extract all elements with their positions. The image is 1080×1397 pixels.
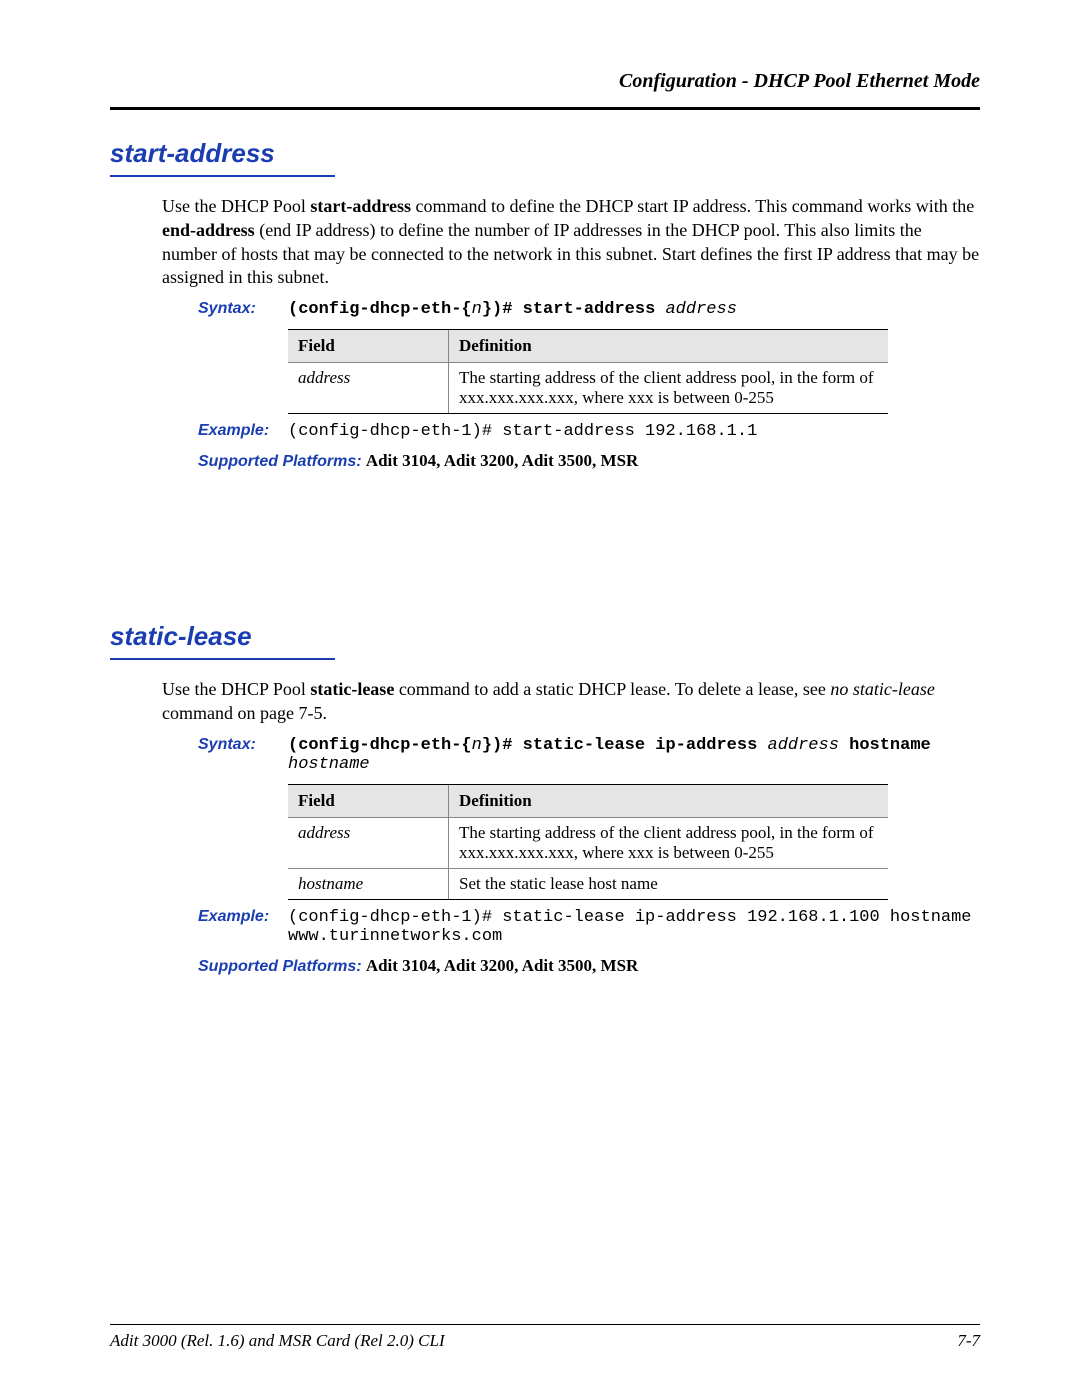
syntax-row: Syntax: (config-dhcp-eth-{n})# start-add… [198, 300, 980, 319]
field-table-static-lease: Field Definition address The starting ad… [288, 784, 888, 900]
example-row: Example: (config-dhcp-eth-1)# start-addr… [198, 422, 980, 441]
field-cell: address [288, 363, 449, 414]
example-label: Example: [198, 422, 288, 440]
definition-cell: The starting address of the client addre… [449, 363, 889, 414]
platforms-label: Supported Platforms: [198, 958, 362, 975]
example-value: (config-dhcp-eth-1)# start-address 192.1… [288, 422, 980, 441]
running-header: Configuration - DHCP Pool Ethernet Mode [110, 70, 980, 93]
footer-right: 7-7 [957, 1331, 980, 1351]
example-label: Example: [198, 908, 288, 926]
start-address-description: Use the DHCP Pool start-address command … [162, 195, 980, 290]
supported-platforms: Supported Platforms: Adit 3104, Adit 320… [198, 451, 980, 471]
col-definition: Definition [449, 330, 889, 363]
section-title-start-address: start-address [110, 138, 980, 169]
syntax-label: Syntax: [198, 736, 288, 754]
table-row: hostname Set the static lease host name [288, 868, 888, 899]
example-value: (config-dhcp-eth-1)# static-lease ip-add… [288, 908, 980, 946]
section-title-static-lease: static-lease [110, 621, 980, 652]
definition-cell: The starting address of the client addre… [449, 817, 889, 868]
table-row: address The starting address of the clie… [288, 363, 888, 414]
example-row: Example: (config-dhcp-eth-1)# static-lea… [198, 908, 980, 946]
col-definition: Definition [449, 784, 889, 817]
syntax-value: (config-dhcp-eth-{n})# start-address add… [288, 300, 980, 319]
footer-left: Adit 3000 (Rel. 1.6) and MSR Card (Rel 2… [110, 1331, 445, 1351]
page-footer: Adit 3000 (Rel. 1.6) and MSR Card (Rel 2… [110, 1324, 980, 1351]
supported-platforms: Supported Platforms: Adit 3104, Adit 320… [198, 956, 980, 976]
col-field: Field [288, 330, 449, 363]
table-row: address The starting address of the clie… [288, 817, 888, 868]
title-underline [110, 175, 335, 177]
title-underline [110, 658, 335, 660]
col-field: Field [288, 784, 449, 817]
syntax-label: Syntax: [198, 300, 288, 318]
static-lease-description: Use the DHCP Pool static-lease command t… [162, 678, 980, 726]
syntax-value: (config-dhcp-eth-{n})# static-lease ip-a… [288, 736, 980, 774]
definition-cell: Set the static lease host name [449, 868, 889, 899]
field-cell: address [288, 817, 449, 868]
field-table-start-address: Field Definition address The starting ad… [288, 329, 888, 414]
syntax-row: Syntax: (config-dhcp-eth-{n})# static-le… [198, 736, 980, 774]
platforms-label: Supported Platforms: [198, 453, 362, 470]
field-cell: hostname [288, 868, 449, 899]
header-rule [110, 107, 980, 110]
